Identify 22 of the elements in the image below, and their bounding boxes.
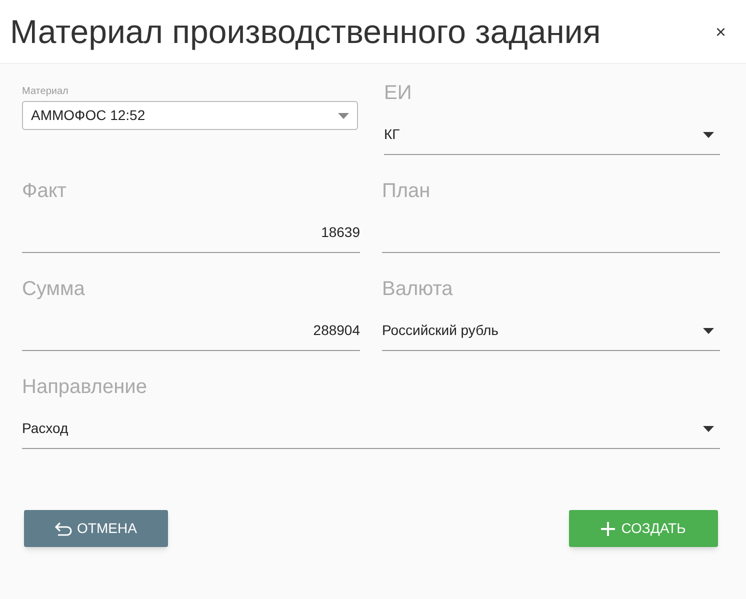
dropdown-field[interactable]: КГ [384, 115, 720, 155]
field-label: Материал [22, 86, 68, 98]
field-label: План [382, 179, 430, 203]
undo-arrow-icon [55, 522, 74, 536]
cancel-button[interactable]: ОТМЕНА [24, 510, 168, 547]
dropdown-arrow-icon [338, 112, 349, 118]
field-label: Направление [22, 375, 147, 399]
dropdown-arrow-icon [703, 328, 714, 334]
close-button[interactable]: × [715, 22, 726, 40]
field-label: Валюта [382, 277, 453, 301]
dialog-title: Материал производственного задания [10, 15, 601, 48]
dropdown-field[interactable]: Российский рубль [382, 311, 720, 351]
field-label: Факт [22, 179, 66, 203]
input-field[interactable]: 18639 [22, 213, 360, 253]
dropdown-arrow-icon [703, 132, 714, 138]
dropdown-field[interactable]: Расход [22, 409, 720, 449]
plus-icon [601, 522, 616, 536]
input-field[interactable]: 288904 [22, 311, 360, 351]
material-select[interactable]: АММОФОС 12:52 [22, 101, 358, 130]
field-label: Сумма [22, 277, 85, 301]
dropdown-arrow-icon [703, 426, 714, 432]
field-label: ЕИ [384, 81, 412, 105]
